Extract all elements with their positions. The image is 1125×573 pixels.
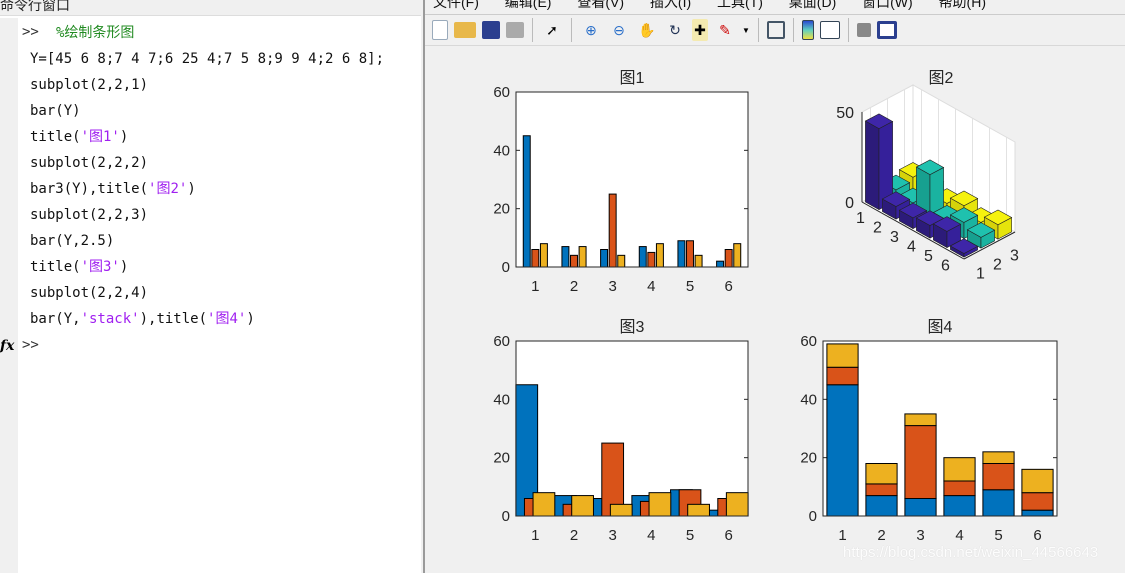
fx-icon[interactable]: fx bbox=[0, 338, 14, 354]
code-text: Y=[45 6 8;7 4 7;6 25 4;7 5 8;9 9 4;2 6 8… bbox=[30, 51, 385, 67]
brush-dropdown-icon[interactable]: ▼ bbox=[742, 19, 750, 41]
command-line: bar(Y) bbox=[30, 102, 81, 120]
code-text: subplot(2,2,3) bbox=[30, 207, 149, 223]
code-text: title( bbox=[30, 129, 81, 145]
brush-icon[interactable]: ✎ bbox=[714, 19, 736, 41]
zoom-out-icon[interactable]: ⊖ bbox=[608, 19, 630, 41]
code-text: subplot(2,2,2) bbox=[30, 155, 149, 171]
rotate-3d-icon[interactable]: ↻ bbox=[664, 19, 686, 41]
hide-plot-tools-icon[interactable] bbox=[857, 23, 871, 37]
code-text: title( bbox=[30, 259, 81, 275]
menu-view[interactable]: 查看(V) bbox=[577, 0, 624, 10]
figure-window: 文件(F) 编辑(E) 查看(V) 插入(I) 工具(T) 桌面(D) 窗口(W… bbox=[423, 0, 1125, 573]
toolbar-separator bbox=[793, 18, 794, 42]
string-literal: '图4' bbox=[207, 311, 247, 327]
command-line: subplot(2,2,1) bbox=[30, 76, 148, 94]
data-cursor-icon[interactable]: ✚ bbox=[692, 19, 708, 41]
code-text: bar(Y) bbox=[30, 103, 81, 119]
figure-toolbar: ➚ ⊕ ⊖ ✋ ↻ ✚ ✎ ▼ bbox=[425, 14, 1125, 46]
command-prompt: >> bbox=[22, 24, 39, 40]
command-line: bar(Y,2.5) bbox=[30, 232, 114, 250]
select-arrow-icon[interactable]: ➚ bbox=[541, 19, 563, 41]
code-text: bar3(Y),title( bbox=[30, 181, 149, 197]
toolbar-separator bbox=[532, 18, 533, 42]
toolbar-separator bbox=[571, 18, 572, 42]
watermark: https://blog.csdn.net/weixin_44566643 bbox=[843, 544, 1099, 561]
code-text: subplot(2,2,4) bbox=[30, 285, 149, 301]
command-window-title: 命令行窗口 bbox=[0, 0, 421, 16]
link-plot-icon[interactable] bbox=[767, 21, 785, 39]
print-icon[interactable] bbox=[506, 22, 524, 38]
code-text: ) bbox=[119, 129, 129, 145]
open-folder-icon[interactable] bbox=[454, 22, 476, 38]
code-text: ),title( bbox=[139, 311, 208, 327]
string-literal: '图2' bbox=[148, 181, 188, 197]
save-icon[interactable] bbox=[482, 21, 500, 39]
menu-bar: 文件(F) 编辑(E) 查看(V) 插入(I) 工具(T) 桌面(D) 窗口(W… bbox=[433, 0, 1008, 12]
command-line: bar3(Y),title('图2') bbox=[30, 180, 196, 198]
command-line: bar(Y,'stack'),title('图4') bbox=[30, 310, 255, 328]
menu-edit[interactable]: 编辑(E) bbox=[505, 0, 552, 10]
new-figure-icon[interactable] bbox=[432, 20, 448, 40]
command-line: subplot(2,2,4) bbox=[30, 284, 148, 302]
code-text: ) bbox=[246, 311, 255, 327]
command-line: %绘制条形图 bbox=[56, 24, 134, 42]
command-line: Y=[45 6 8;7 4 7;6 25 4;7 5 8;9 9 4;2 6 8… bbox=[30, 50, 384, 68]
comment: %绘制条形图 bbox=[56, 25, 135, 41]
string-literal: 'stack' bbox=[80, 311, 140, 327]
pan-hand-icon[interactable]: ✋ bbox=[636, 19, 658, 41]
command-window-gutter bbox=[0, 18, 18, 573]
colorbar-icon[interactable] bbox=[802, 20, 814, 40]
string-literal: '图3' bbox=[80, 259, 120, 275]
command-window[interactable]: 命令行窗口 >> %绘制条形图 Y=[45 6 8;7 4 7;6 25 4;7 5… bbox=[0, 0, 421, 573]
menu-help[interactable]: 帮助(H) bbox=[939, 0, 986, 10]
command-line: subplot(2,2,2) bbox=[30, 154, 148, 172]
string-literal: '图1' bbox=[80, 129, 120, 145]
code-text: bar(Y, bbox=[30, 311, 81, 327]
menu-window[interactable]: 窗口(W) bbox=[862, 0, 913, 10]
zoom-in-icon[interactable]: ⊕ bbox=[580, 19, 602, 41]
toolbar-separator bbox=[848, 18, 849, 42]
menu-file[interactable]: 文件(F) bbox=[433, 0, 479, 10]
menu-insert[interactable]: 插入(I) bbox=[650, 0, 691, 10]
command-line: subplot(2,2,3) bbox=[30, 206, 148, 224]
menu-desktop[interactable]: 桌面(D) bbox=[789, 0, 836, 10]
code-text: bar(Y,2.5) bbox=[30, 233, 115, 249]
code-text: subplot(2,2,1) bbox=[30, 77, 149, 93]
show-plot-tools-icon[interactable] bbox=[877, 21, 897, 39]
legend-icon[interactable] bbox=[820, 21, 840, 39]
code-text: ) bbox=[187, 181, 196, 197]
command-line: title('图1') bbox=[30, 128, 128, 146]
menu-tools[interactable]: 工具(T) bbox=[717, 0, 763, 10]
code-text: ) bbox=[119, 259, 129, 275]
command-line: title('图3') bbox=[30, 258, 128, 276]
toolbar-separator bbox=[758, 18, 759, 42]
command-prompt[interactable]: >> bbox=[22, 337, 39, 353]
